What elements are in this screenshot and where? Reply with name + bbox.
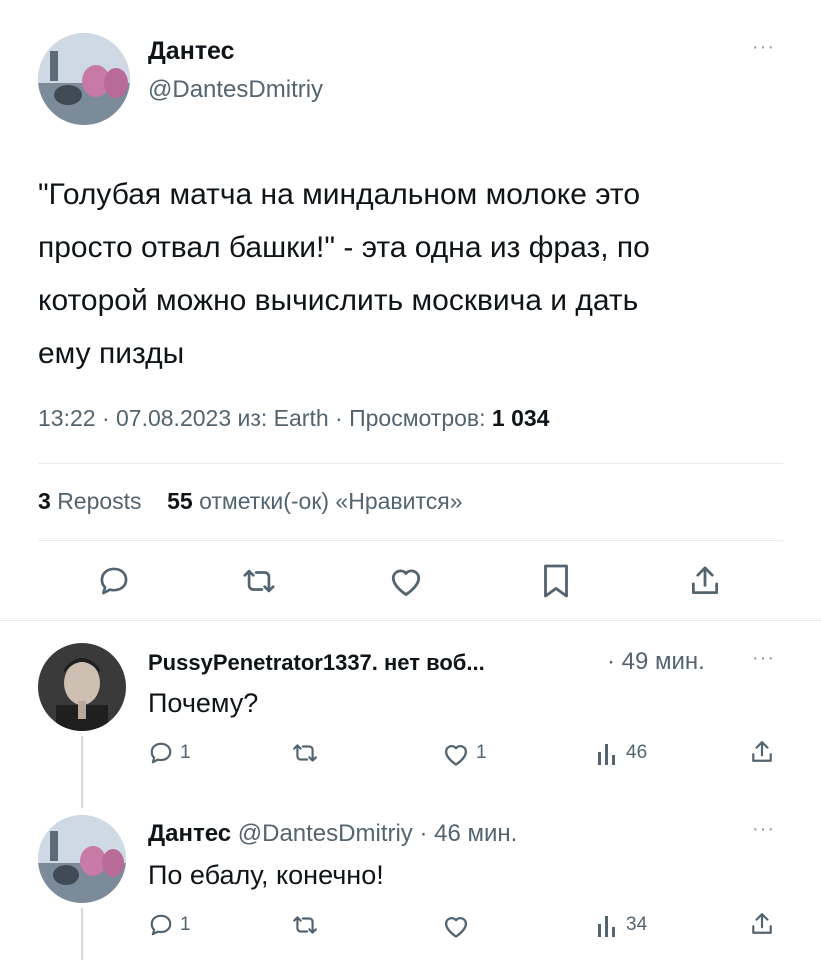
reply-text: По ебалу, конечно! [148,860,384,890]
tweet-timestamp[interactable]: 13:22 · 07.08.2023 из: Earth · Просмотро… [38,405,486,431]
more-dots-icon[interactable]: ··· [752,36,775,59]
reply-icon[interactable] [148,740,174,766]
tweet-meta: 13:22 · 07.08.2023 из: Earth · Просмотро… [38,405,549,432]
views-count: 34 [626,914,648,935]
reply-author[interactable]: Дантес @DantesDmitriy · 46 мин. [148,820,517,848]
like-icon[interactable] [442,913,470,939]
reply-icon[interactable] [148,912,174,938]
avatar[interactable] [38,815,126,903]
tweet-text-line: просто отвал башки!" - эта одна из фраз,… [38,231,650,264]
reply-author-handle[interactable]: @DantesDmitriy [238,820,413,847]
author-handle[interactable]: @DantesDmitriy [148,76,323,104]
like-count: 1 [476,742,487,763]
divider [0,620,821,621]
repost-icon[interactable] [290,740,320,766]
author-name[interactable]: Дантес [148,37,235,66]
reply-time[interactable]: · 46 мин. [419,820,517,847]
share-icon[interactable] [750,738,774,766]
reply-text: Почему? [148,688,259,718]
like-count[interactable]: 55 [167,488,193,514]
divider [38,540,783,541]
repost-icon[interactable] [290,912,320,938]
reply-count: 1 [180,914,191,935]
like-icon[interactable] [388,564,424,598]
like-icon[interactable] [442,741,470,767]
thread-line [81,908,83,960]
share-icon[interactable] [689,563,721,599]
like-label[interactable]: отметки(-ок) «Нравится» [199,488,462,514]
view-count: 1 034 [491,405,550,431]
repost-label[interactable]: Reposts [57,488,141,514]
avatar[interactable] [38,33,130,125]
views-icon[interactable] [596,740,620,766]
more-dots-icon[interactable]: ··· [752,818,775,841]
repost-icon[interactable] [240,564,278,598]
divider [38,463,783,464]
share-icon[interactable] [750,910,774,938]
more-dots-icon[interactable]: ··· [752,647,775,670]
views-icon[interactable] [596,912,620,938]
tweet-text: "Голубая матча на миндальном молоке это … [38,168,798,380]
views-count: 46 [626,742,648,763]
reply-count: 1 [180,742,191,763]
tweet-text-line: которой можно вычислить москвича и дать [38,284,639,317]
avatar[interactable] [38,643,126,731]
repost-count[interactable]: 3 [38,488,51,514]
reply-author-name[interactable]: Дантес [148,820,231,847]
reply-author-name[interactable]: PussyPenetrator1337. нет воб... [148,650,485,676]
tweet-text-line: "Голубая матча на миндальном молоке это [38,178,641,211]
reply-icon[interactable] [97,564,131,598]
tweet-text-line: ему пизды [38,337,185,370]
bookmark-icon[interactable] [542,563,570,599]
thread-line [81,736,83,808]
engagement-stats: 3 Reposts 55 отметки(-ок) «Нравится» [38,488,463,515]
reply-time[interactable]: · 49 мин. [607,648,705,676]
